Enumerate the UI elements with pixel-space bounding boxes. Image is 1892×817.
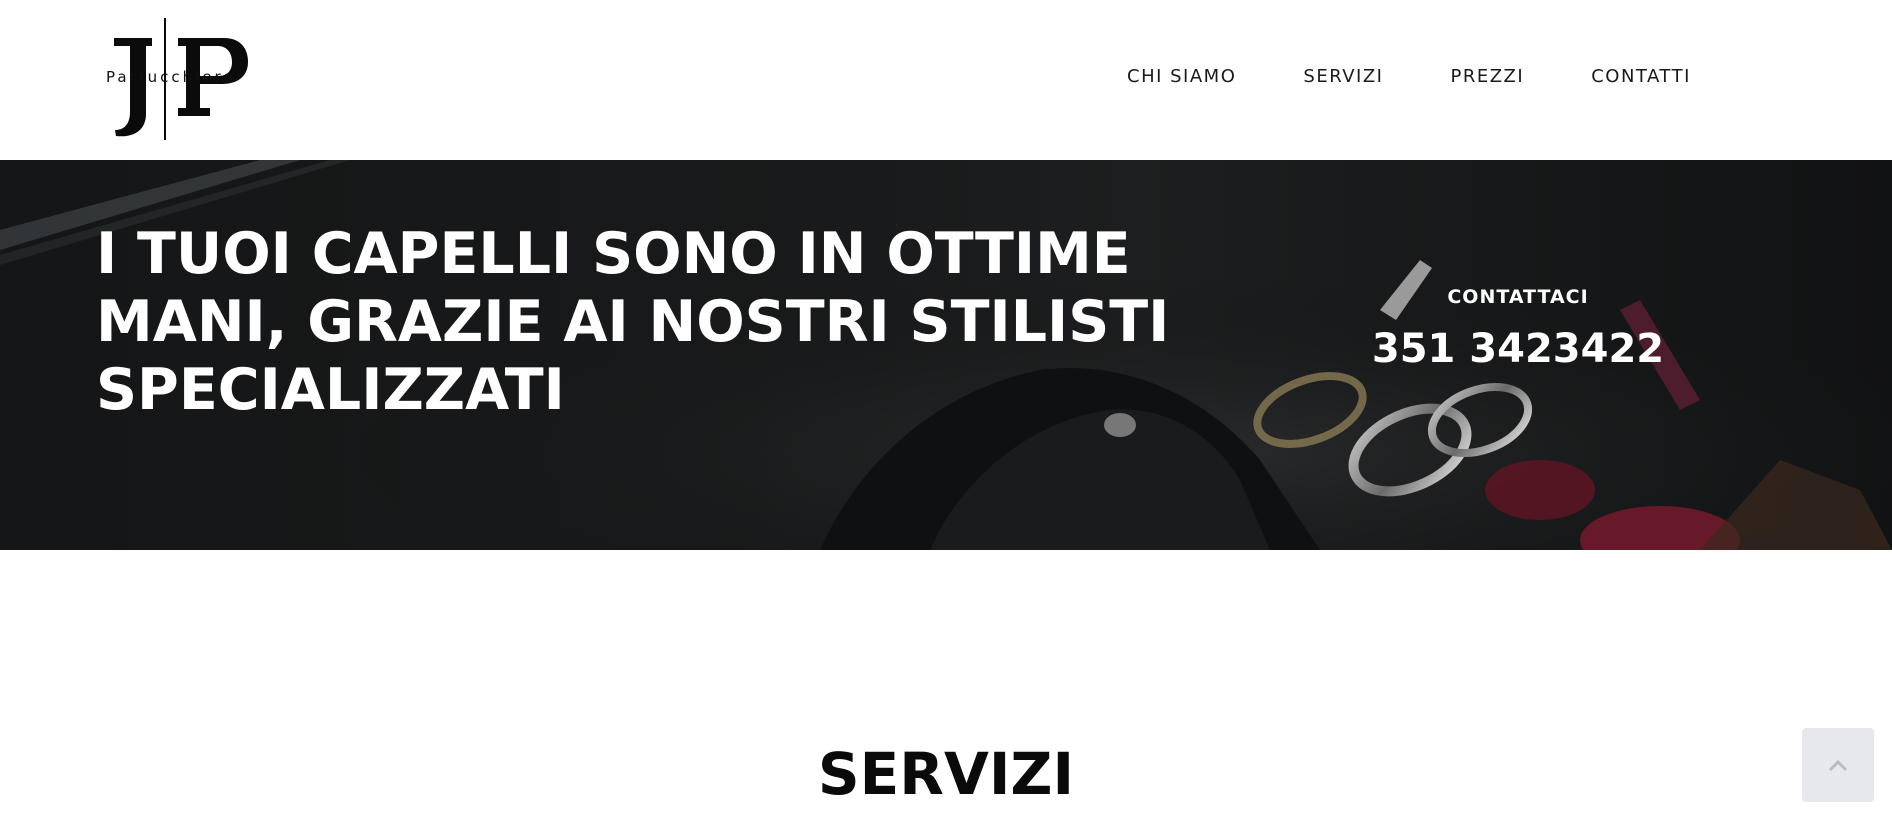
site-logo[interactable]: Parrucchiera [100,18,260,142]
chevron-up-icon [1828,759,1848,772]
site-header: Parrucchiera CHI SIAMO SERVIZI PREZZI CO… [0,0,1892,160]
logo-text: Parrucchiera [106,68,236,86]
nav-item-contatti[interactable]: CONTATTI [1591,66,1691,87]
nav-item-prezzi[interactable]: PREZZI [1450,66,1524,87]
main-nav: CHI SIAMO SERVIZI PREZZI CONTATTI [1127,66,1691,87]
contact-box: CONTATTACI 351 3423422 [1360,286,1676,372]
hero-title: I TUOI CAPELLI SONO IN OTTIME MANI, GRAZ… [96,221,1170,423]
contact-phone-link[interactable]: 351 3423422 [1360,326,1676,372]
scroll-to-top-button[interactable] [1802,728,1874,802]
nav-item-chi-siamo[interactable]: CHI SIAMO [1127,66,1236,87]
nav-item-servizi[interactable]: SERVIZI [1303,66,1383,87]
contact-label: CONTATTACI [1447,286,1589,308]
section-title-servizi: SERVIZI [817,740,1075,808]
hero-banner: I TUOI CAPELLI SONO IN OTTIME MANI, GRAZ… [0,160,1892,550]
